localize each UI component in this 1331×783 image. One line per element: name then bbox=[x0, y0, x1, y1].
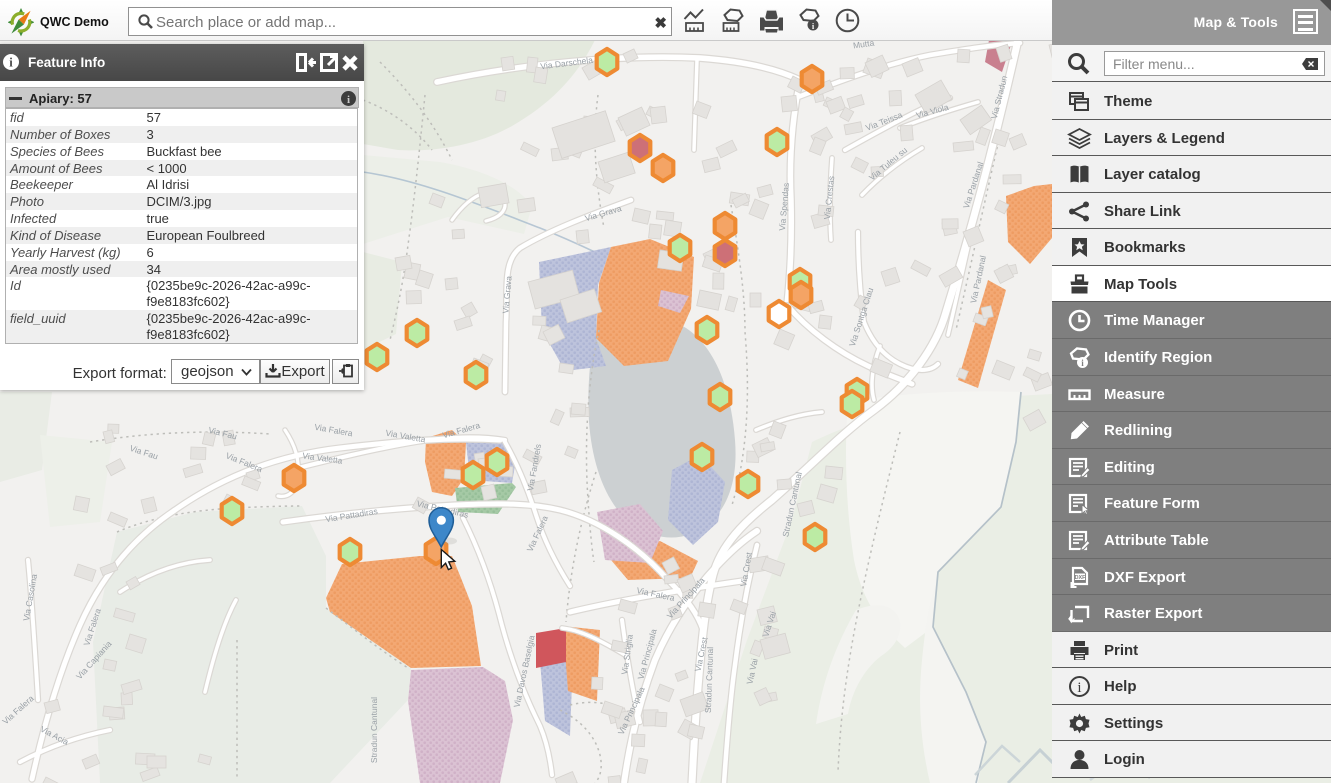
svg-text:Stradun Cantunal: Stradun Cantunal bbox=[369, 697, 379, 763]
svg-text:i: i bbox=[9, 56, 13, 70]
svg-text:i: i bbox=[347, 94, 350, 106]
svg-text:i: i bbox=[1077, 680, 1081, 696]
svg-text:DXF: DXF bbox=[1075, 574, 1086, 580]
